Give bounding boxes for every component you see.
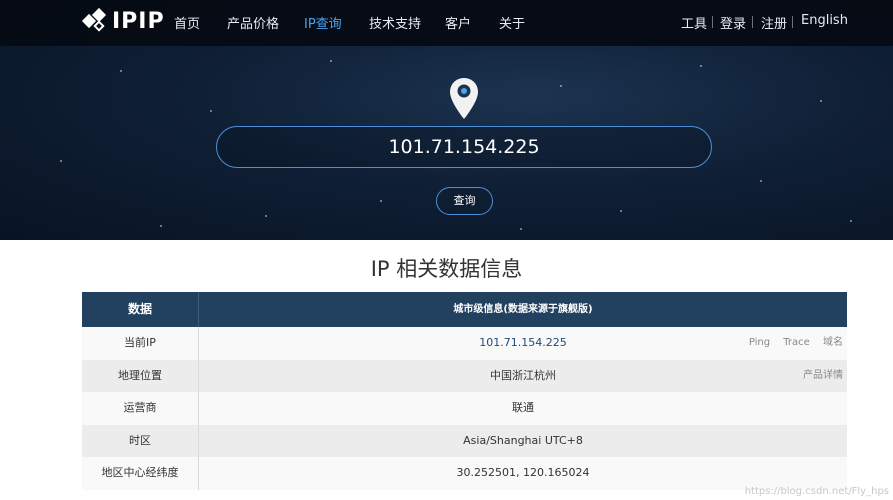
nav-item-pricing[interactable]: 产品价格 — [227, 13, 279, 32]
row-label: 地区中心经纬度 — [82, 457, 199, 490]
star — [120, 70, 122, 72]
watermark: https://blog.csdn.net/Fly_hps — [744, 486, 889, 497]
star — [380, 200, 382, 202]
ping-link[interactable]: Ping — [749, 337, 770, 348]
row-actions: Ping Trace 域名 — [739, 327, 843, 359]
column-header-city-info: 城市级信息(数据来源于旗舰版) — [453, 304, 593, 315]
top-navbar: IPIP 首页 产品价格 IP查询 技术支持 客户 关于 工具 登录 注册 En… — [0, 0, 893, 46]
product-details-link[interactable]: 产品详情 — [803, 370, 843, 381]
star — [160, 225, 162, 227]
row-value: 联通 — [512, 401, 534, 415]
nav-divider — [792, 16, 793, 28]
nav-item-support[interactable]: 技术支持 — [369, 13, 421, 32]
row-value: 中国浙江杭州 — [490, 368, 556, 382]
query-button[interactable]: 查询 — [436, 187, 493, 215]
table-row: 地区中心经纬度 30.252501, 120.165024 — [82, 457, 847, 490]
star — [265, 215, 267, 217]
star — [850, 220, 852, 222]
star — [210, 110, 212, 112]
nav-item-tools[interactable]: 工具 — [681, 13, 707, 32]
table-row: 当前IP 101.71.154.225 Ping Trace 域名 — [82, 327, 847, 360]
logo-text: IPIP — [112, 8, 165, 34]
row-value: Asia/Shanghai UTC+8 — [463, 433, 583, 447]
star — [620, 210, 622, 212]
star — [760, 180, 762, 182]
location-pin-icon — [450, 78, 478, 119]
nav-item-about[interactable]: 关于 — [499, 13, 525, 32]
star — [330, 60, 332, 62]
nav-item-english[interactable]: English — [801, 13, 848, 28]
star — [700, 65, 702, 67]
column-header-data: 数据 — [82, 292, 199, 327]
ip-data-table: 数据 城市级信息(数据来源于旗舰版) 当前IP 101.71.154.225 P… — [82, 292, 847, 490]
star — [60, 160, 62, 162]
nav-item-customers[interactable]: 客户 — [445, 13, 471, 32]
row-label: 时区 — [82, 424, 199, 458]
star — [520, 228, 522, 230]
row-label: 地理位置 — [82, 359, 199, 393]
row-label: 运营商 — [82, 392, 199, 425]
logo[interactable]: IPIP — [81, 7, 165, 34]
row-actions: 产品详情 — [793, 360, 843, 392]
nav-item-login[interactable]: 登录 — [720, 13, 746, 32]
star — [560, 85, 562, 87]
nav-item-home[interactable]: 首页 — [174, 13, 200, 32]
nav-item-ip-lookup[interactable]: IP查询 — [304, 13, 342, 32]
star — [820, 100, 822, 102]
table-row: 地理位置 中国浙江杭州 产品详情 — [82, 359, 847, 393]
section-title: IP 相关数据信息 — [370, 257, 523, 281]
hero-banner: IPIP 首页 产品价格 IP查询 技术支持 客户 关于 工具 登录 注册 En… — [0, 0, 893, 240]
table-header: 数据 城市级信息(数据来源于旗舰版) — [82, 292, 847, 327]
domain-link[interactable]: 域名 — [823, 337, 843, 348]
nav-item-register[interactable]: 注册 — [761, 13, 787, 32]
table-row: 运营商 联通 — [82, 392, 847, 425]
logo-icon — [81, 7, 108, 34]
trace-link[interactable]: Trace — [783, 337, 810, 348]
nav-divider — [712, 16, 713, 28]
ip-search-input[interactable] — [216, 126, 712, 168]
row-label: 当前IP — [82, 327, 199, 360]
table-row: 时区 Asia/Shanghai UTC+8 — [82, 424, 847, 458]
nav-divider — [752, 16, 753, 28]
